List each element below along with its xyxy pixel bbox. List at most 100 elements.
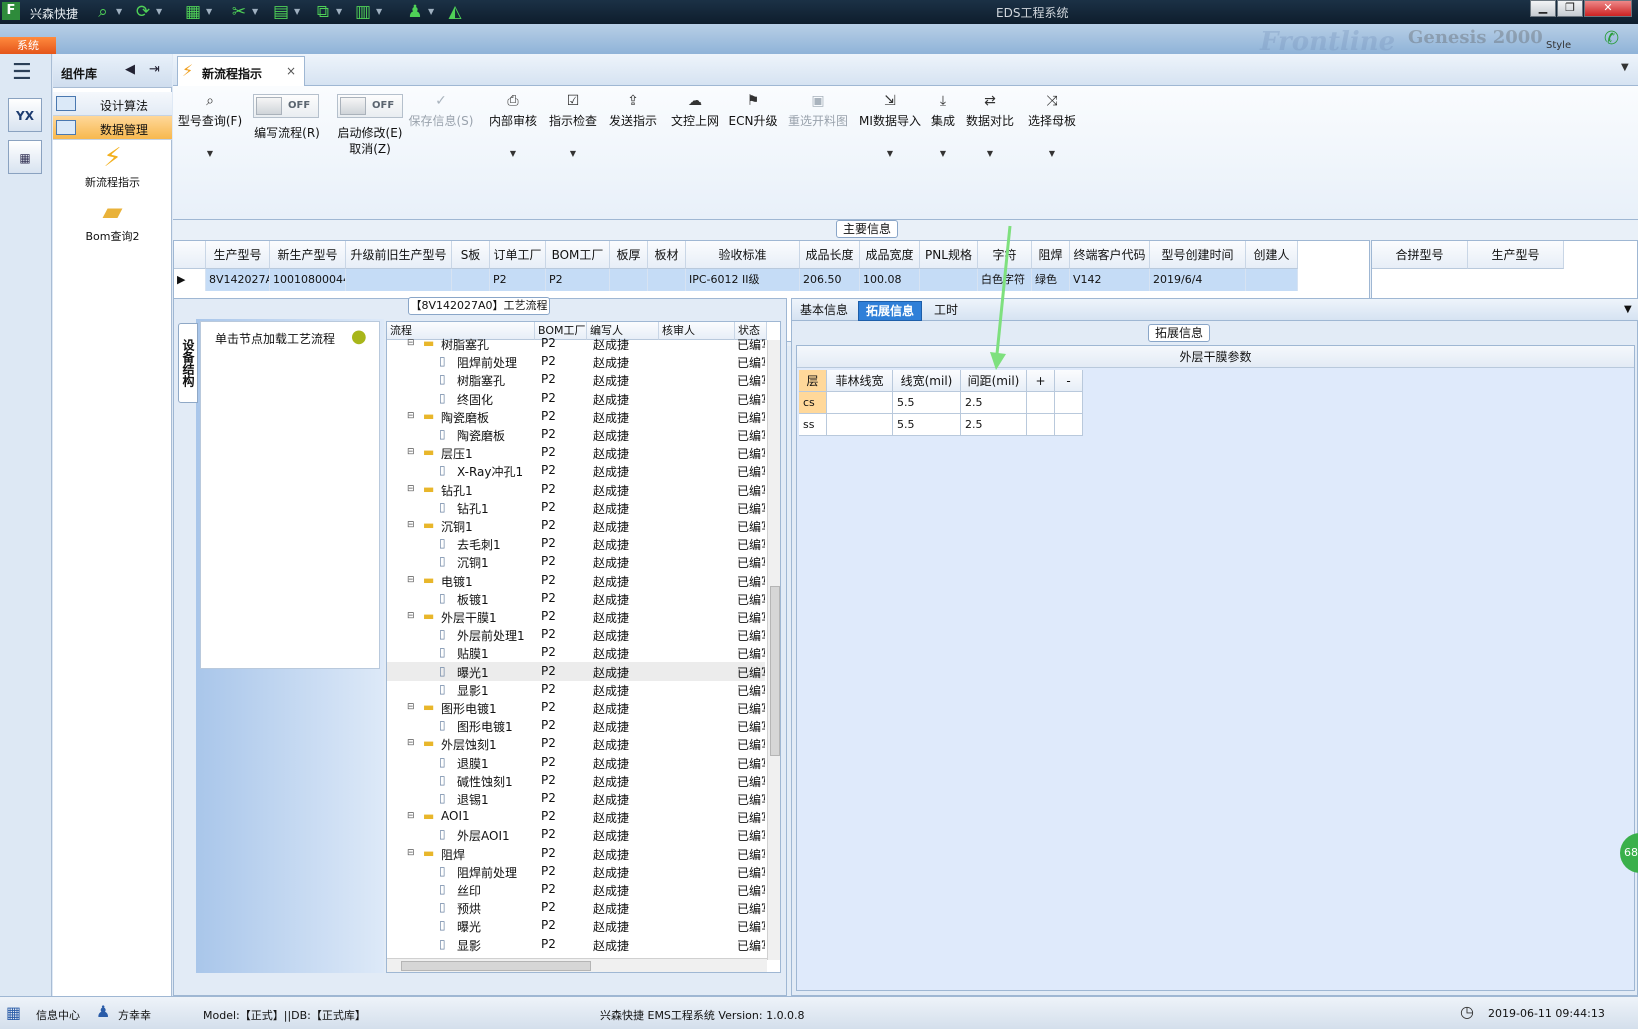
tree-row[interactable]: ▯ 显影1 P2 赵成捷 已编写: [387, 680, 765, 699]
param-column-header[interactable]: -: [1055, 370, 1083, 392]
tree-row[interactable]: ⊟ ▬ 树脂塞孔 P2 赵成捷 已编写: [387, 334, 765, 353]
vertical-scrollbar[interactable]: [767, 340, 780, 960]
toolbar-button-1[interactable]: ⎙ 内部审核 ▼: [483, 92, 543, 158]
column-header[interactable]: 生产型号: [206, 241, 270, 269]
tree-row[interactable]: ▯ 终固化 P2 赵成捷 已编写: [387, 389, 765, 408]
table-cell[interactable]: 绿色: [1032, 269, 1070, 291]
column-header[interactable]: S板: [452, 241, 490, 269]
toolbar-button-9[interactable]: ⇄ 数据对比 ▼: [963, 92, 1017, 158]
expand-toggle-icon[interactable]: ⊟: [407, 520, 415, 530]
info-center-link[interactable]: 信息中心: [36, 1007, 80, 1023]
column-header[interactable]: 订单工厂: [490, 241, 546, 269]
table-cell[interactable]: [1246, 269, 1298, 291]
toolbar-button-8[interactable]: ⤓ 集成 ▼: [925, 92, 961, 158]
table-cell[interactable]: 10010800044242: [270, 269, 346, 291]
windows-icon[interactable]: ▦: [6, 1003, 21, 1022]
system-button[interactable]: 系统: [0, 37, 56, 54]
refresh-icon[interactable]: ⟳: [132, 2, 154, 22]
param-cell[interactable]: 5.5: [893, 392, 961, 414]
collapse-arrow-icon[interactable]: ◀: [125, 62, 135, 77]
restore-button[interactable]: ❐: [1557, 0, 1583, 17]
tree-row[interactable]: ⊟ ▬ 沉铜1 P2 赵成捷 已编写: [387, 516, 765, 535]
table-cell[interactable]: P2: [490, 269, 546, 291]
column-header[interactable]: PNL规格: [920, 241, 978, 269]
tree-row[interactable]: ▯ 碱性蚀刻1 P2 赵成捷 已编写: [387, 771, 765, 790]
comp-item-design-algorithm[interactable]: 设计算法: [53, 92, 172, 116]
sheet-icon[interactable]: ▤: [270, 2, 292, 22]
tree-row[interactable]: ▯ 沉铜1 P2 赵成捷 已编写: [387, 552, 765, 571]
scissors-icon[interactable]: ✂: [228, 2, 250, 22]
expand-toggle-icon[interactable]: ⊟: [407, 447, 415, 457]
table-icon[interactable]: ▥: [352, 2, 374, 22]
toolbar-button-6[interactable]: ▣ 重选开料图: [781, 92, 855, 129]
tool-bom-query[interactable]: ▰ Bom查询2: [53, 196, 172, 244]
yx-logo-icon[interactable]: YX: [8, 98, 42, 132]
expand-toggle-icon[interactable]: ⊟: [407, 611, 415, 621]
tree-row[interactable]: ⊟ ▬ 陶瓷磨板 P2 赵成捷 已编写: [387, 407, 765, 426]
dropdown-arrow-icon[interactable]: ▼: [963, 149, 1017, 158]
table-cell[interactable]: IPC-6012 II级: [686, 269, 800, 291]
tree-row[interactable]: ▯ 贴膜1 P2 赵成捷 已编写: [387, 643, 765, 662]
expand-toggle-icon[interactable]: ⊟: [407, 848, 415, 858]
tab-new-flow[interactable]: ⚡ 新流程指示 ×: [177, 56, 305, 86]
expand-toggle-icon[interactable]: ⊟: [407, 811, 415, 821]
tree-row[interactable]: ⊟ ▬ 图形电镀1 P2 赵成捷 已编写: [387, 698, 765, 717]
tree-row[interactable]: ▯ 树脂塞孔 P2 赵成捷 已编写: [387, 370, 765, 389]
table-cell[interactable]: P2: [546, 269, 610, 291]
tab-dropdown-icon[interactable]: ▼: [1624, 304, 1632, 315]
column-header[interactable]: 新生产型号: [270, 241, 346, 269]
column-header[interactable]: 升级前旧生产型号: [346, 241, 452, 269]
toolbar-button-2[interactable]: ☑ 指示检查 ▼: [543, 92, 603, 158]
tree-row[interactable]: ▯ 预烘 P2 赵成捷 已编写: [387, 898, 765, 917]
tree-row[interactable]: ▯ 外层AOI1 P2 赵成捷 已编写: [387, 825, 765, 844]
toolbar-button-3[interactable]: ⇪ 发送指示: [603, 92, 663, 129]
table-cell[interactable]: [648, 269, 686, 291]
dropdown-arrow-icon[interactable]: ▼: [1023, 149, 1081, 158]
dropdown-arrow-icon[interactable]: ▼: [294, 7, 300, 16]
dropdown-arrow-icon[interactable]: ▼: [428, 7, 434, 16]
tab-close-icon[interactable]: ×: [286, 64, 296, 78]
param-cell[interactable]: 2.5: [961, 414, 1027, 436]
column-header[interactable]: 终端客户代码: [1070, 241, 1150, 269]
horizontal-scrollbar[interactable]: [387, 958, 767, 972]
tree-row[interactable]: ⊟ ▬ 外层干膜1 P2 赵成捷 已编写: [387, 607, 765, 626]
column-header[interactable]: 阻焊: [1032, 241, 1070, 269]
column-header[interactable]: BOM工厂: [546, 241, 610, 269]
tree-row[interactable]: ▯ 板镀1 P2 赵成捷 已编写: [387, 589, 765, 608]
dropdown-arrow-icon[interactable]: ▼: [206, 7, 212, 16]
dropdown-arrow-icon[interactable]: ▼: [483, 149, 543, 158]
equipment-structure-tab[interactable]: 设备结构: [178, 323, 198, 403]
pin-icon[interactable]: ⇥: [149, 62, 160, 77]
tree-row[interactable]: ⊟ ▬ AOI1 P2 赵成捷 已编写: [387, 807, 765, 826]
dropdown-arrow-icon[interactable]: ▼: [925, 149, 961, 158]
tree-row[interactable]: ▯ 显影 P2 赵成捷 已编写: [387, 935, 765, 954]
tree-row[interactable]: ▯ X-Ray冲孔1 P2 赵成捷 已编写: [387, 461, 765, 480]
table-cell[interactable]: 100.08: [860, 269, 920, 291]
tab-dropdown-icon[interactable]: ▼: [1621, 62, 1629, 73]
column-header[interactable]: 创建人: [1246, 241, 1298, 269]
tree-row[interactable]: ▯ 退膜1 P2 赵成捷 已编写: [387, 753, 765, 772]
tree-row[interactable]: ▯ 外层前处理1 P2 赵成捷 已编写: [387, 625, 765, 644]
table-cell[interactable]: [610, 269, 648, 291]
table-cell[interactable]: 206.50: [800, 269, 860, 291]
model-query-button[interactable]: ⌕ 型号查询(F) ▼: [175, 92, 245, 158]
table-cell[interactable]: 8V142027A0: [206, 269, 270, 291]
column-header[interactable]: 成品长度: [800, 241, 860, 269]
phone-icon[interactable]: ✆: [1604, 28, 1619, 49]
tree-row[interactable]: ▯ 退锡1 P2 赵成捷 已编写: [387, 789, 765, 808]
column-header[interactable]: 板材: [648, 241, 686, 269]
param-cell[interactable]: cs: [799, 392, 827, 414]
dropdown-arrow-icon[interactable]: ▼: [543, 149, 603, 158]
tree-row[interactable]: ⊟ ▬ 钻孔1 P2 赵成捷 已编写: [387, 480, 765, 499]
tree-row[interactable]: ▯ 曝光1 P2 赵成捷 已编写: [387, 661, 765, 681]
tree-row[interactable]: ⊟ ▬ 层压1 P2 赵成捷 已编写: [387, 443, 765, 462]
param-cell[interactable]: [827, 392, 893, 414]
tab-basic-info[interactable]: 基本信息: [794, 301, 854, 321]
dropdown-arrow-icon[interactable]: ▼: [175, 149, 245, 158]
column-header[interactable]: 板厚: [610, 241, 648, 269]
dropdown-arrow-icon[interactable]: ▼: [376, 7, 382, 16]
tree-row[interactable]: ▯ 曝光 P2 赵成捷 已编写: [387, 916, 765, 935]
tree-row[interactable]: ⊟ ▬ 外层蚀刻1 P2 赵成捷 已编写: [387, 734, 765, 753]
tree-row[interactable]: ▯ 丝印 P2 赵成捷 已编写: [387, 880, 765, 899]
param-cell[interactable]: ss: [799, 414, 827, 436]
